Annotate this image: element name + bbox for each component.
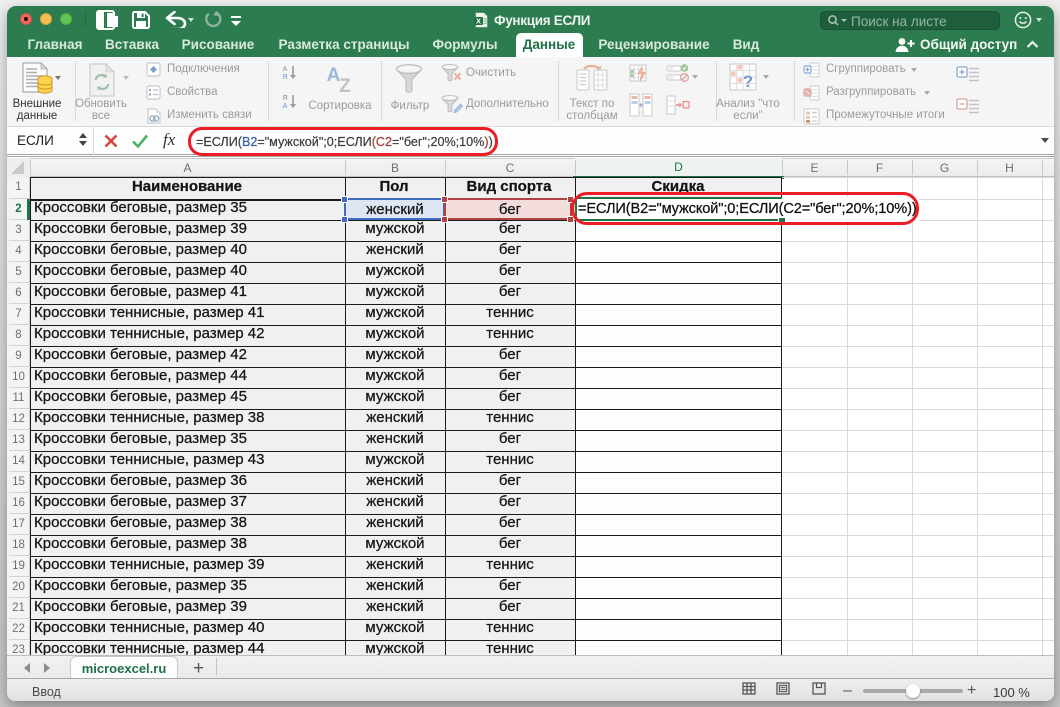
svg-text:Я: Я <box>282 95 287 102</box>
svg-text:X: X <box>476 17 481 26</box>
svg-text:А: А <box>282 103 287 109</box>
svg-text:Я: Я <box>282 74 287 80</box>
svg-text:?: ? <box>743 72 753 91</box>
svg-text:А: А <box>282 66 287 73</box>
svg-text:Z: Z <box>339 76 351 94</box>
